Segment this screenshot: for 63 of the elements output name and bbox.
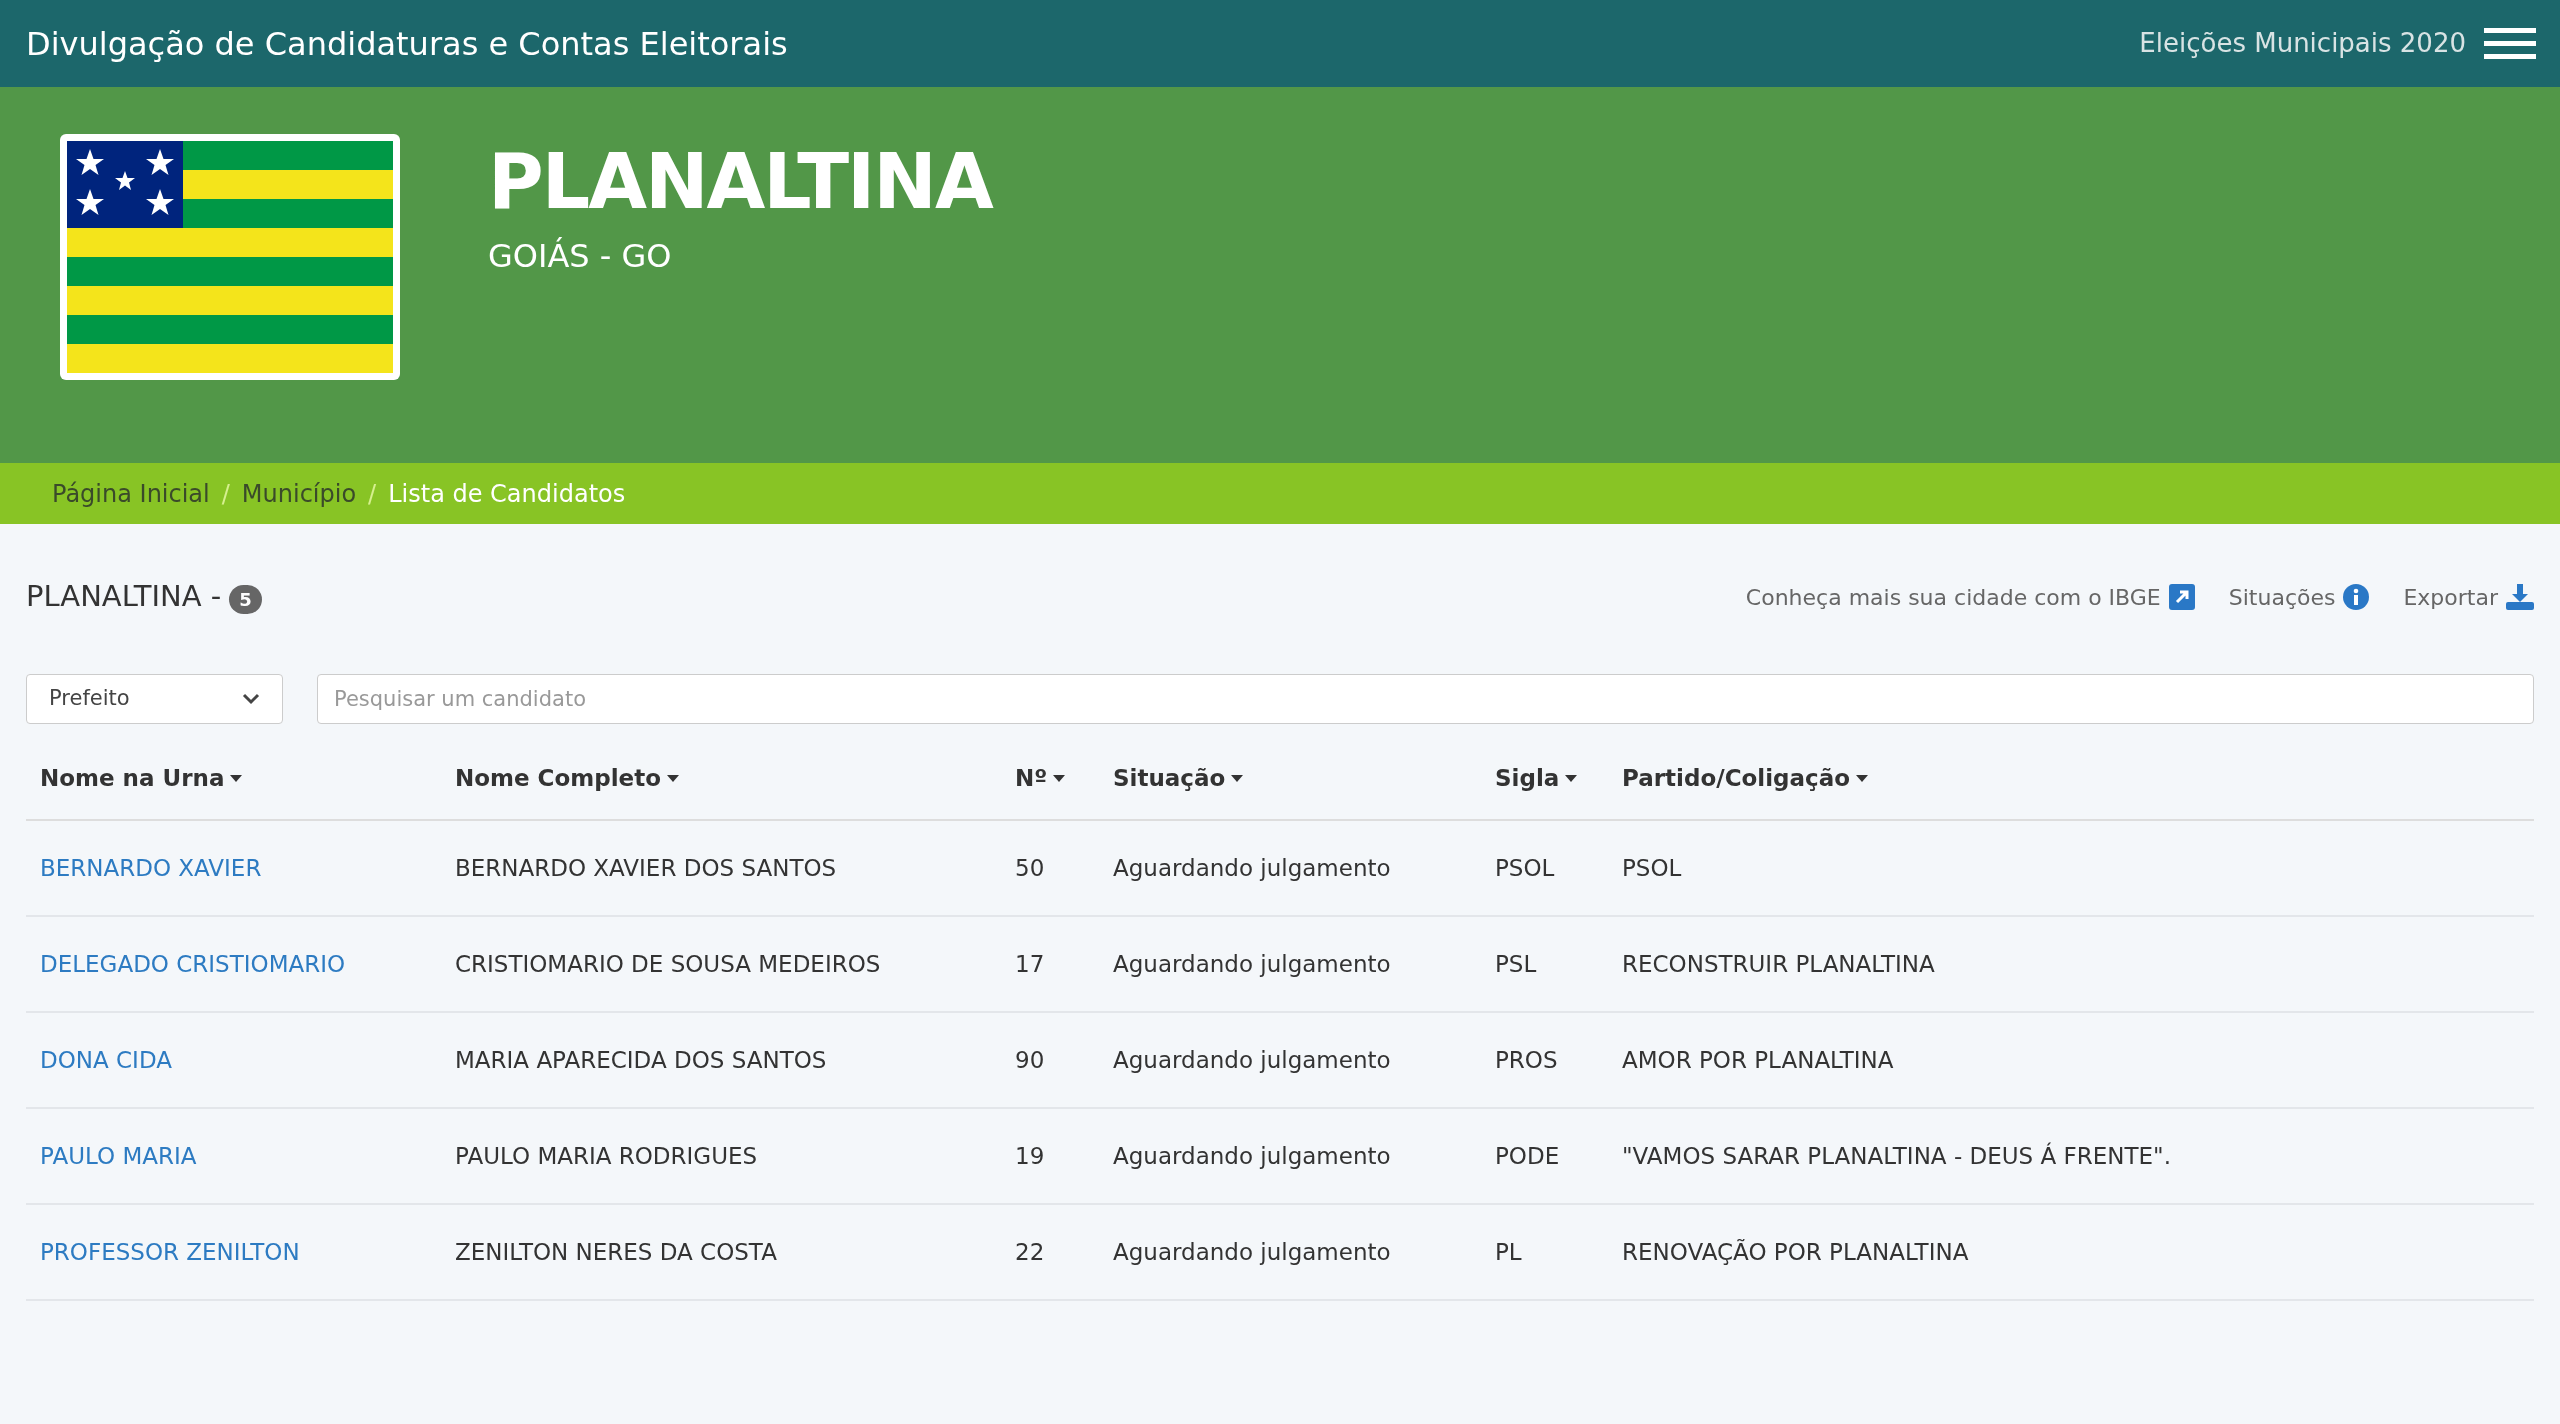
column-header[interactable]: Situação bbox=[1113, 761, 1244, 796]
toolbar-link[interactable]: Exportar bbox=[2403, 580, 2534, 614]
table-cell: "VAMOS SARAR PLANALTINA - DEUS Á FRENTE". bbox=[1622, 1142, 2171, 1169]
column-header[interactable]: Nome na Urna bbox=[40, 761, 243, 796]
breadcrumb-separator: / bbox=[367, 478, 378, 510]
search-field[interactable]: Pesquisar um candidato bbox=[317, 674, 2534, 724]
table-cell: 19 bbox=[1015, 1142, 1045, 1169]
breadcrumb-link[interactable]: Município bbox=[241, 475, 357, 512]
election-label: Eleições Municipais 2020 bbox=[2139, 27, 2466, 60]
candidate-link[interactable]: PAULO MARIA bbox=[40, 1142, 197, 1169]
list-title: PLANALTINA - bbox=[26, 578, 222, 616]
city-name: PLANALTINA bbox=[488, 140, 992, 224]
table-cell: BERNARDO XAVIER DOS SANTOS bbox=[455, 854, 837, 881]
external-link-icon bbox=[2168, 584, 2195, 610]
sort-caret-icon bbox=[1231, 774, 1244, 783]
table-cell: Aguardando julgamento bbox=[1113, 1142, 1391, 1169]
sort-caret-icon bbox=[1565, 774, 1578, 783]
table-cell: ZENILTON NERES DA COSTA bbox=[455, 1238, 777, 1265]
toolbar-link[interactable]: Situações bbox=[2228, 580, 2370, 614]
breadcrumb-current: Lista de Candidatos bbox=[388, 478, 626, 510]
table-cell: Aguardando julgamento bbox=[1113, 950, 1391, 977]
table-cell: Aguardando julgamento bbox=[1113, 1046, 1391, 1073]
table-cell: RECONSTRUIR PLANALTINA bbox=[1622, 950, 1935, 977]
toolbar-link[interactable]: Conheça mais sua cidade com o IBGE bbox=[1745, 580, 2195, 614]
info-icon bbox=[2343, 584, 2370, 610]
table-cell: Aguardando julgamento bbox=[1113, 1238, 1391, 1265]
candidate-link[interactable]: DELEGADO CRISTIOMARIO bbox=[40, 950, 346, 977]
sort-caret-icon bbox=[230, 774, 243, 783]
table-cell: CRISTIOMARIO DE SOUSA MEDEIROS bbox=[455, 950, 881, 977]
sort-caret-icon bbox=[667, 774, 679, 783]
table-cell: 22 bbox=[1015, 1238, 1045, 1265]
state-name: GOIÁS - GO bbox=[488, 235, 673, 277]
table-cell: MARIA APARECIDA DOS SANTOS bbox=[455, 1046, 827, 1073]
sort-caret-icon bbox=[1856, 774, 1869, 783]
download-icon bbox=[2506, 584, 2534, 610]
column-header[interactable]: Nº bbox=[1015, 761, 1066, 796]
menu-icon[interactable] bbox=[2484, 27, 2536, 60]
column-header[interactable]: Partido/Coligação bbox=[1622, 761, 1869, 796]
candidate-link[interactable]: BERNARDO XAVIER bbox=[40, 854, 262, 881]
breadcrumb-separator: / bbox=[220, 478, 231, 510]
table-cell: AMOR POR PLANALTINA bbox=[1622, 1046, 1894, 1073]
candidate-link[interactable]: PROFESSOR ZENILTON bbox=[40, 1238, 300, 1265]
candidate-link[interactable]: DONA CIDA bbox=[40, 1046, 172, 1073]
chevron-down-icon bbox=[242, 693, 260, 705]
table-cell: PSL bbox=[1495, 950, 1537, 977]
site-title: Divulgação de Candidaturas e Contas Eleitorais bbox=[26, 23, 788, 65]
table-cell: PSOL bbox=[1495, 854, 1555, 881]
column-header[interactable]: Nome Completo bbox=[455, 761, 679, 796]
table-cell: PAULO MARIA RODRIGUES bbox=[455, 1142, 758, 1169]
table-cell: 50 bbox=[1015, 854, 1045, 881]
table-cell: 90 bbox=[1015, 1046, 1045, 1073]
table-cell: PSOL bbox=[1622, 854, 1682, 881]
table-cell: PODE bbox=[1495, 1142, 1560, 1169]
table-cell: 17 bbox=[1015, 950, 1045, 977]
count-badge: 5 bbox=[229, 584, 262, 614]
column-header[interactable]: Sigla bbox=[1495, 761, 1578, 796]
role-select[interactable]: Prefeito bbox=[26, 674, 283, 724]
table-cell: Aguardando julgamento bbox=[1113, 854, 1391, 881]
sort-caret-icon bbox=[1053, 774, 1066, 783]
table-cell: PL bbox=[1495, 1238, 1522, 1265]
table-cell: PROS bbox=[1495, 1046, 1558, 1073]
breadcrumb-link[interactable]: Página Inicial bbox=[52, 475, 210, 512]
table-cell: RENOVAÇÃO POR PLANALTINA bbox=[1622, 1238, 1969, 1265]
